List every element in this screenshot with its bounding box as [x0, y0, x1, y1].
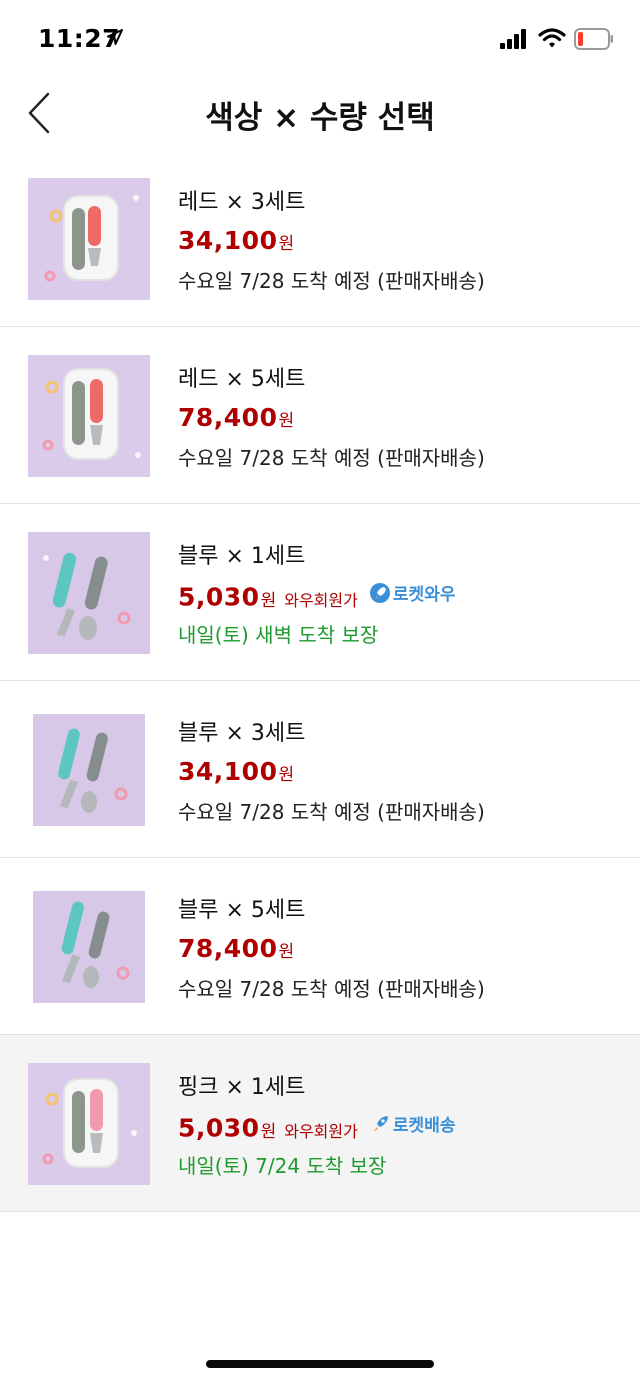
delivery-info: 내일(토) 새벽 도착 보장 — [178, 623, 379, 647]
price-row: 78,400원 — [178, 934, 294, 963]
status-bar: 11:27 — [0, 0, 640, 78]
cellular-signal-icon — [500, 29, 526, 49]
option-list: 레드 × 3세트 34,100원 수요일 7/28 도착 예정 (판매자배송) … — [0, 150, 640, 1212]
option-name: 레드 × 3세트 — [178, 190, 306, 215]
currency-unit: 원 — [278, 234, 295, 254]
location-arrow-icon — [107, 29, 123, 45]
price-row: 5,030원 와우회원가 로켓배송 — [178, 1111, 455, 1143]
price: 34,100 — [178, 226, 278, 255]
rocket-wow-badge: 로켓와우 — [369, 580, 456, 605]
delivery-info: 내일(토) 7/24 도착 보장 — [178, 1154, 387, 1178]
product-thumbnail — [28, 178, 150, 300]
delivery-info: 수요일 7/28 도착 예정 (판매자배송) — [178, 977, 485, 1001]
currency-unit: 원 — [260, 590, 277, 611]
rocket-icon — [372, 1115, 388, 1132]
currency-unit: 원 — [278, 411, 295, 431]
option-item-pink-1[interactable]: 핑크 × 1세트 5,030원 와우회원가 로켓배송 내일(토) 7/24 도착 … — [0, 1035, 640, 1212]
member-price-label: 와우회원가 — [284, 590, 358, 610]
home-indicator — [206, 1360, 434, 1368]
delivery-info: 수요일 7/28 도착 예정 (판매자배송) — [178, 446, 485, 470]
product-thumbnail — [33, 714, 145, 826]
battery-low-icon — [574, 28, 613, 50]
option-name: 블루 × 3세트 — [178, 721, 306, 746]
price: 78,400 — [178, 934, 278, 963]
option-name: 핑크 × 1세트 — [178, 1075, 306, 1100]
price-row: 78,400원 — [178, 403, 294, 432]
currency-unit: 원 — [278, 765, 295, 785]
product-thumbnail — [28, 355, 150, 477]
product-thumbnail — [28, 1063, 150, 1185]
page-title: 색상 × 수량 선택 — [205, 100, 435, 136]
product-thumbnail — [28, 532, 150, 654]
option-name: 블루 × 5세트 — [178, 898, 306, 923]
delivery-info: 수요일 7/28 도착 예정 (판매자배송) — [178, 269, 485, 293]
option-item-blue-1[interactable]: 블루 × 1세트 5,030원 와우회원가 로켓와우 내일(토) 새벽 도착 보장 — [0, 504, 640, 681]
price-row: 5,030원 와우회원가 로켓와우 — [178, 580, 455, 612]
price: 78,400 — [178, 403, 278, 432]
badge-label: 로켓와우 — [392, 585, 456, 605]
price: 5,030 — [178, 582, 260, 612]
delivery-info: 수요일 7/28 도착 예정 (판매자배송) — [178, 800, 485, 824]
option-item-red-5[interactable]: 레드 × 5세트 78,400원 수요일 7/28 도착 예정 (판매자배송) — [0, 327, 640, 504]
currency-unit: 원 — [278, 942, 295, 962]
price: 34,100 — [178, 757, 278, 786]
currency-unit: 원 — [260, 1121, 277, 1142]
price: 5,030 — [178, 1113, 260, 1143]
badge-label: 로켓배송 — [392, 1116, 456, 1136]
option-item-blue-5[interactable]: 블루 × 5세트 78,400원 수요일 7/28 도착 예정 (판매자배송) — [0, 858, 640, 1035]
option-item-blue-3[interactable]: 블루 × 3세트 34,100원 수요일 7/28 도착 예정 (판매자배송) — [0, 681, 640, 858]
rocket-icon — [369, 582, 390, 603]
header: 색상 × 수량 선택 — [0, 78, 640, 158]
price-row: 34,100원 — [178, 226, 294, 255]
option-name: 블루 × 1세트 — [178, 544, 306, 569]
option-name: 레드 × 5세트 — [178, 367, 306, 392]
product-thumbnail — [33, 891, 145, 1003]
price-row: 34,100원 — [178, 757, 294, 786]
option-item-red-3[interactable]: 레드 × 3세트 34,100원 수요일 7/28 도착 예정 (판매자배송) — [0, 150, 640, 327]
member-price-label: 와우회원가 — [284, 1121, 358, 1141]
wifi-icon — [538, 28, 566, 48]
rocket-delivery-badge: 로켓배송 — [369, 1111, 456, 1136]
